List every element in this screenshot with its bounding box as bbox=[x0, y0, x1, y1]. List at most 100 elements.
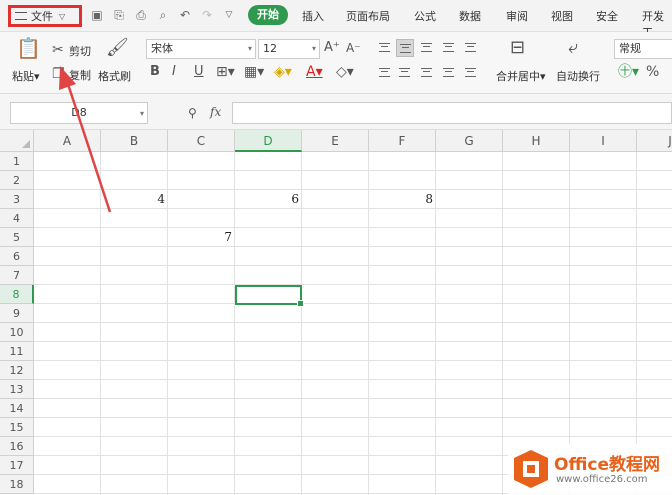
copy-button[interactable]: 复制 bbox=[69, 67, 91, 83]
row-header[interactable]: 4 bbox=[0, 209, 34, 228]
copy-icon: ❐ bbox=[52, 66, 65, 82]
font-size-value: 12 bbox=[263, 42, 277, 55]
paste-icon[interactable]: 📋 bbox=[16, 38, 41, 58]
chevron-down-icon: ▾ bbox=[247, 44, 252, 53]
undo-icon[interactable]: ↶ bbox=[178, 8, 192, 22]
row-header[interactable]: 3 bbox=[0, 190, 34, 209]
lines-icon bbox=[400, 44, 411, 53]
print-icon[interactable]: ⎙ bbox=[134, 8, 148, 22]
redo-icon[interactable]: ↷ bbox=[200, 8, 214, 22]
file-menu-button[interactable]: 文件 ▽ bbox=[8, 5, 82, 27]
fx-icon[interactable]: fx bbox=[210, 105, 221, 119]
paste-button[interactable]: 粘贴▾ bbox=[12, 68, 40, 84]
export-icon[interactable]: ⎘ bbox=[112, 8, 126, 22]
row-header[interactable]: 9 bbox=[0, 304, 34, 323]
font-size-select[interactable]: 12 ▾ bbox=[258, 39, 320, 59]
clear-format-icon[interactable]: ◇▾ bbox=[336, 64, 354, 80]
name-box-value: D8 bbox=[71, 106, 87, 119]
tab-security[interactable]: 安全 bbox=[596, 8, 618, 24]
indent-decrease-icon[interactable] bbox=[440, 39, 458, 57]
tab-home[interactable]: 开始 bbox=[248, 5, 288, 25]
align-center-icon[interactable] bbox=[396, 64, 414, 82]
row-header[interactable]: 10 bbox=[0, 323, 34, 342]
cell-d3[interactable]: 6 bbox=[235, 190, 301, 209]
align-right-icon[interactable] bbox=[418, 64, 436, 82]
align-justify-icon[interactable] bbox=[440, 64, 458, 82]
lines-icon bbox=[465, 43, 476, 52]
row-header[interactable]: 7 bbox=[0, 266, 34, 285]
lines-icon bbox=[465, 68, 476, 77]
decrease-font-icon[interactable]: A⁻ bbox=[346, 40, 361, 56]
tab-formulas[interactable]: 公式 bbox=[414, 8, 436, 24]
formula-bar: D8 ▾ ⚲ fx bbox=[0, 94, 672, 130]
bold-icon[interactable]: B bbox=[150, 64, 160, 80]
name-box[interactable]: D8 ▾ bbox=[10, 102, 148, 124]
column-header[interactable]: G bbox=[436, 130, 503, 152]
office-logo-icon bbox=[514, 450, 548, 488]
chevron-down-icon: ▾ bbox=[139, 109, 144, 118]
tab-insert[interactable]: 插入 bbox=[302, 8, 324, 24]
currency-icon[interactable]: ㊉▾ bbox=[618, 64, 639, 80]
wrap-text-button[interactable]: 自动换行 bbox=[556, 68, 600, 84]
tab-view[interactable]: 视图 bbox=[551, 8, 573, 24]
cell-b3[interactable]: 4 bbox=[101, 190, 167, 209]
align-middle-icon[interactable] bbox=[396, 39, 414, 57]
increase-font-icon[interactable]: A⁺ bbox=[324, 40, 340, 56]
menu-bar: 文件 ▽ ▣ ⎘ ⎙ ⌕ ↶ ↷ ▽ 开始 插入 页面布局 公式 数据 审阅 视… bbox=[0, 0, 672, 39]
underline-icon[interactable]: U bbox=[194, 64, 204, 80]
column-header[interactable]: E bbox=[302, 130, 369, 152]
row-header[interactable]: 18 bbox=[0, 475, 34, 494]
column-header[interactable]: D bbox=[235, 130, 302, 152]
lines-icon bbox=[379, 43, 390, 52]
lines-icon bbox=[443, 68, 454, 77]
customize-toolbar-icon[interactable]: ▽ bbox=[222, 8, 236, 22]
merge-center-button[interactable]: 合并居中▾ bbox=[496, 68, 546, 84]
column-header[interactable]: A bbox=[34, 130, 101, 152]
cut-button[interactable]: 剪切 bbox=[69, 43, 91, 59]
align-left-icon[interactable] bbox=[376, 64, 394, 82]
column-header[interactable]: B bbox=[101, 130, 168, 152]
row-header[interactable]: 16 bbox=[0, 437, 34, 456]
row-header[interactable]: 13 bbox=[0, 380, 34, 399]
number-format-select[interactable]: 常规 bbox=[614, 39, 672, 59]
column-header[interactable]: F bbox=[369, 130, 436, 152]
row-header[interactable]: 1 bbox=[0, 152, 34, 171]
row-header[interactable]: 12 bbox=[0, 361, 34, 380]
row-header[interactable]: 6 bbox=[0, 247, 34, 266]
tab-page-layout[interactable]: 页面布局 bbox=[346, 8, 390, 24]
save-icon[interactable]: ▣ bbox=[90, 8, 104, 22]
ribbon: 📋 粘贴▾ ✂ 剪切 ❐ 复制 🖌 格式刷 宋体 ▾ 12 ▾ A⁺ A⁻ B … bbox=[0, 32, 672, 94]
row-header[interactable]: 11 bbox=[0, 342, 34, 361]
cell-c5[interactable]: 7 bbox=[168, 228, 234, 247]
format-painter-button[interactable]: 格式刷 bbox=[98, 68, 131, 84]
column-header[interactable]: I bbox=[570, 130, 637, 152]
row-header[interactable]: 15 bbox=[0, 418, 34, 437]
row-header[interactable]: 5 bbox=[0, 228, 34, 247]
tab-review[interactable]: 审阅 bbox=[506, 8, 528, 24]
font-color-icon[interactable]: A▾ bbox=[306, 64, 323, 80]
align-bottom-icon[interactable] bbox=[418, 39, 436, 57]
formula-input[interactable] bbox=[232, 102, 672, 124]
font-name-select[interactable]: 宋体 ▾ bbox=[146, 39, 256, 59]
border-icon[interactable]: ⊞▾ bbox=[216, 64, 235, 80]
cell-f3[interactable]: 8 bbox=[369, 190, 435, 209]
indent-increase-icon[interactable] bbox=[462, 39, 480, 57]
column-header[interactable]: H bbox=[503, 130, 570, 152]
fill-pattern-icon[interactable]: ▦▾ bbox=[244, 64, 264, 80]
row-header[interactable]: 8 bbox=[0, 285, 34, 304]
row-header[interactable]: 14 bbox=[0, 399, 34, 418]
select-all-corner[interactable] bbox=[0, 130, 34, 152]
align-distributed-icon[interactable] bbox=[462, 64, 480, 82]
zoom-icon[interactable]: ⚲ bbox=[188, 106, 197, 120]
selected-cell[interactable] bbox=[235, 285, 304, 307]
fill-color-icon[interactable]: ◈▾ bbox=[274, 64, 292, 80]
row-header[interactable]: 2 bbox=[0, 171, 34, 190]
italic-icon[interactable]: I bbox=[172, 64, 176, 80]
row-header[interactable]: 17 bbox=[0, 456, 34, 475]
tab-data[interactable]: 数据 bbox=[459, 8, 481, 24]
percent-icon[interactable]: % bbox=[646, 64, 659, 80]
print-preview-icon[interactable]: ⌕ bbox=[156, 8, 170, 22]
align-top-icon[interactable] bbox=[376, 39, 394, 57]
column-header[interactable]: J bbox=[637, 130, 672, 152]
column-header[interactable]: C bbox=[168, 130, 235, 152]
